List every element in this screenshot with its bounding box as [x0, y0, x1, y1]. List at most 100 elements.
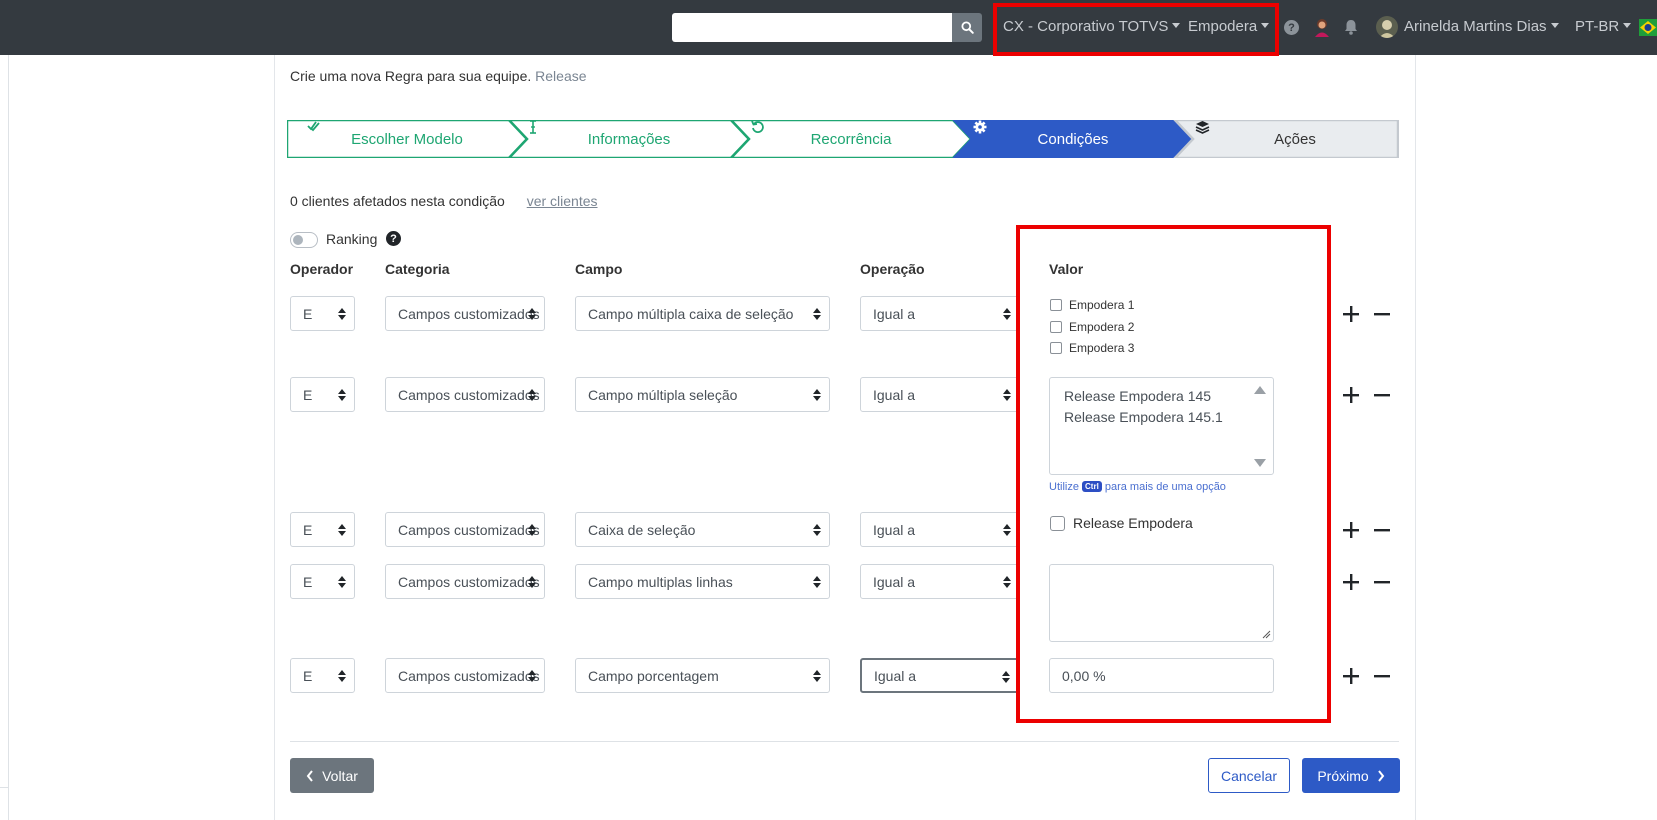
operator-select[interactable]: E	[290, 296, 355, 331]
step-conditions[interactable]: Condições	[973, 120, 1173, 158]
step-choose-model[interactable]: Escolher Modelo	[307, 120, 507, 158]
step-label: Informações	[587, 130, 671, 148]
brazil-flag-icon[interactable]	[1639, 19, 1657, 36]
search-icon	[960, 21, 974, 34]
step-recurrence[interactable]: Recorrência	[751, 120, 951, 158]
field-select[interactable]: Campo porcentagem	[575, 658, 830, 693]
add-condition-icon[interactable]	[1343, 522, 1359, 538]
double-check-icon	[307, 121, 320, 132]
step-actions[interactable]: Ações	[1195, 120, 1395, 158]
select-value: Campos customizados	[398, 521, 540, 538]
ranking-toggle[interactable]	[290, 232, 318, 248]
select-value: Campo multiplas linhas	[588, 573, 733, 590]
operation-select[interactable]: Igual a	[860, 296, 1020, 331]
top-navbar: CX - Corporativo TOTVS Empodera ? Arinel…	[0, 0, 1657, 55]
sidebar-divider	[0, 787, 8, 788]
search-button[interactable]	[952, 13, 982, 42]
help-icon[interactable]: ?	[1284, 20, 1299, 35]
step-label: Ações	[1274, 130, 1316, 148]
operation-select[interactable]: Igual a	[860, 658, 1020, 693]
add-condition-icon[interactable]	[1343, 574, 1359, 590]
user-menu[interactable]: Arinelda Martins Dias	[1404, 18, 1559, 35]
language-menu[interactable]: PT-BR	[1575, 18, 1632, 35]
add-condition-icon[interactable]	[1343, 387, 1359, 403]
operation-select[interactable]: Igual a	[860, 512, 1020, 547]
remove-condition-icon[interactable]	[1374, 522, 1390, 538]
intro-text: Crie uma nova Regra para sua equipe. Rel…	[290, 68, 587, 84]
step-information[interactable]: Informações	[529, 120, 729, 158]
add-condition-icon[interactable]	[1343, 306, 1359, 322]
sort-arrows-icon	[338, 308, 346, 320]
question-circle-icon[interactable]: ?	[386, 231, 401, 246]
highlight-box-values	[1016, 225, 1331, 723]
view-clients-link[interactable]: ver clientes	[527, 193, 598, 209]
select-value: E	[303, 667, 313, 684]
step-label: Recorrência	[810, 130, 892, 148]
text-cursor-icon	[530, 120, 536, 134]
operation-select[interactable]: Igual a	[860, 564, 1020, 599]
step-label: Escolher Modelo	[351, 130, 463, 148]
select-value: Campos customizados	[398, 667, 540, 684]
field-select[interactable]: Campo multiplas linhas	[575, 564, 830, 599]
category-select[interactable]: Campos customizados	[385, 296, 545, 331]
sort-arrows-icon	[528, 576, 536, 588]
next-button[interactable]: Próximo	[1302, 758, 1400, 793]
operation-select[interactable]: Igual a	[860, 377, 1020, 412]
field-select[interactable]: Caixa de seleção	[575, 512, 830, 547]
chevron-down-icon	[1623, 23, 1632, 28]
operator-select[interactable]: E	[290, 564, 355, 599]
chevron-down-icon	[1550, 23, 1559, 28]
footer-divider	[290, 741, 1399, 742]
sort-arrows-icon	[813, 389, 821, 401]
select-value: Campos customizados	[398, 386, 540, 403]
cancel-button[interactable]: Cancelar	[1208, 758, 1290, 793]
select-value: Igual a	[874, 667, 917, 684]
back-label: Voltar	[322, 767, 358, 784]
next-label: Próximo	[1317, 767, 1369, 784]
remove-condition-icon[interactable]	[1374, 574, 1390, 590]
toggle-knob	[293, 235, 303, 245]
category-select[interactable]: Campos customizados	[385, 564, 545, 599]
sort-arrows-icon	[338, 524, 346, 536]
sort-arrows-icon	[1003, 308, 1011, 320]
field-select[interactable]: Campo múltipla seleção	[575, 377, 830, 412]
operator-select[interactable]: E	[290, 512, 355, 547]
bell-icon[interactable]	[1344, 19, 1358, 35]
select-value: Campo porcentagem	[588, 667, 719, 684]
undo-icon	[751, 120, 764, 133]
select-value: Campos customizados	[398, 573, 540, 590]
avatar-mini-icon[interactable]	[1313, 17, 1331, 37]
sort-arrows-icon	[338, 389, 346, 401]
gear-icon	[973, 120, 987, 134]
search-input[interactable]	[672, 13, 952, 42]
field-select[interactable]: Campo múltipla caixa de seleção	[575, 296, 830, 331]
select-value: Campos customizados	[398, 305, 540, 322]
operator-select[interactable]: E	[290, 377, 355, 412]
back-button[interactable]: Voltar	[290, 758, 374, 793]
sort-arrows-icon	[338, 576, 346, 588]
select-value: E	[303, 573, 313, 590]
remove-condition-icon[interactable]	[1374, 387, 1390, 403]
user-name: Arinelda Martins Dias	[1404, 18, 1547, 35]
remove-condition-icon[interactable]	[1374, 668, 1390, 684]
operator-select[interactable]: E	[290, 658, 355, 693]
select-value: Igual a	[873, 573, 916, 590]
category-select[interactable]: Campos customizados	[385, 512, 545, 547]
affected-clients-info: 0 clientes afetados nesta condição ver c…	[290, 193, 598, 209]
ranking-label: Ranking	[326, 231, 378, 247]
sort-arrows-icon	[528, 524, 536, 536]
user-avatar[interactable]	[1376, 16, 1398, 38]
select-value: Campo múltipla caixa de seleção	[588, 305, 794, 322]
affected-count: 0 clientes afetados nesta condição	[290, 193, 505, 209]
add-condition-icon[interactable]	[1343, 668, 1359, 684]
category-select[interactable]: Campos customizados	[385, 377, 545, 412]
sort-arrows-icon	[1002, 671, 1010, 683]
sort-arrows-icon	[528, 389, 536, 401]
sort-arrows-icon	[813, 308, 821, 320]
sort-arrows-icon	[813, 670, 821, 682]
select-value: E	[303, 305, 313, 322]
sort-arrows-icon	[528, 308, 536, 320]
remove-condition-icon[interactable]	[1374, 306, 1390, 322]
category-select[interactable]: Campos customizados	[385, 658, 545, 693]
rule-name: Release	[535, 68, 587, 84]
